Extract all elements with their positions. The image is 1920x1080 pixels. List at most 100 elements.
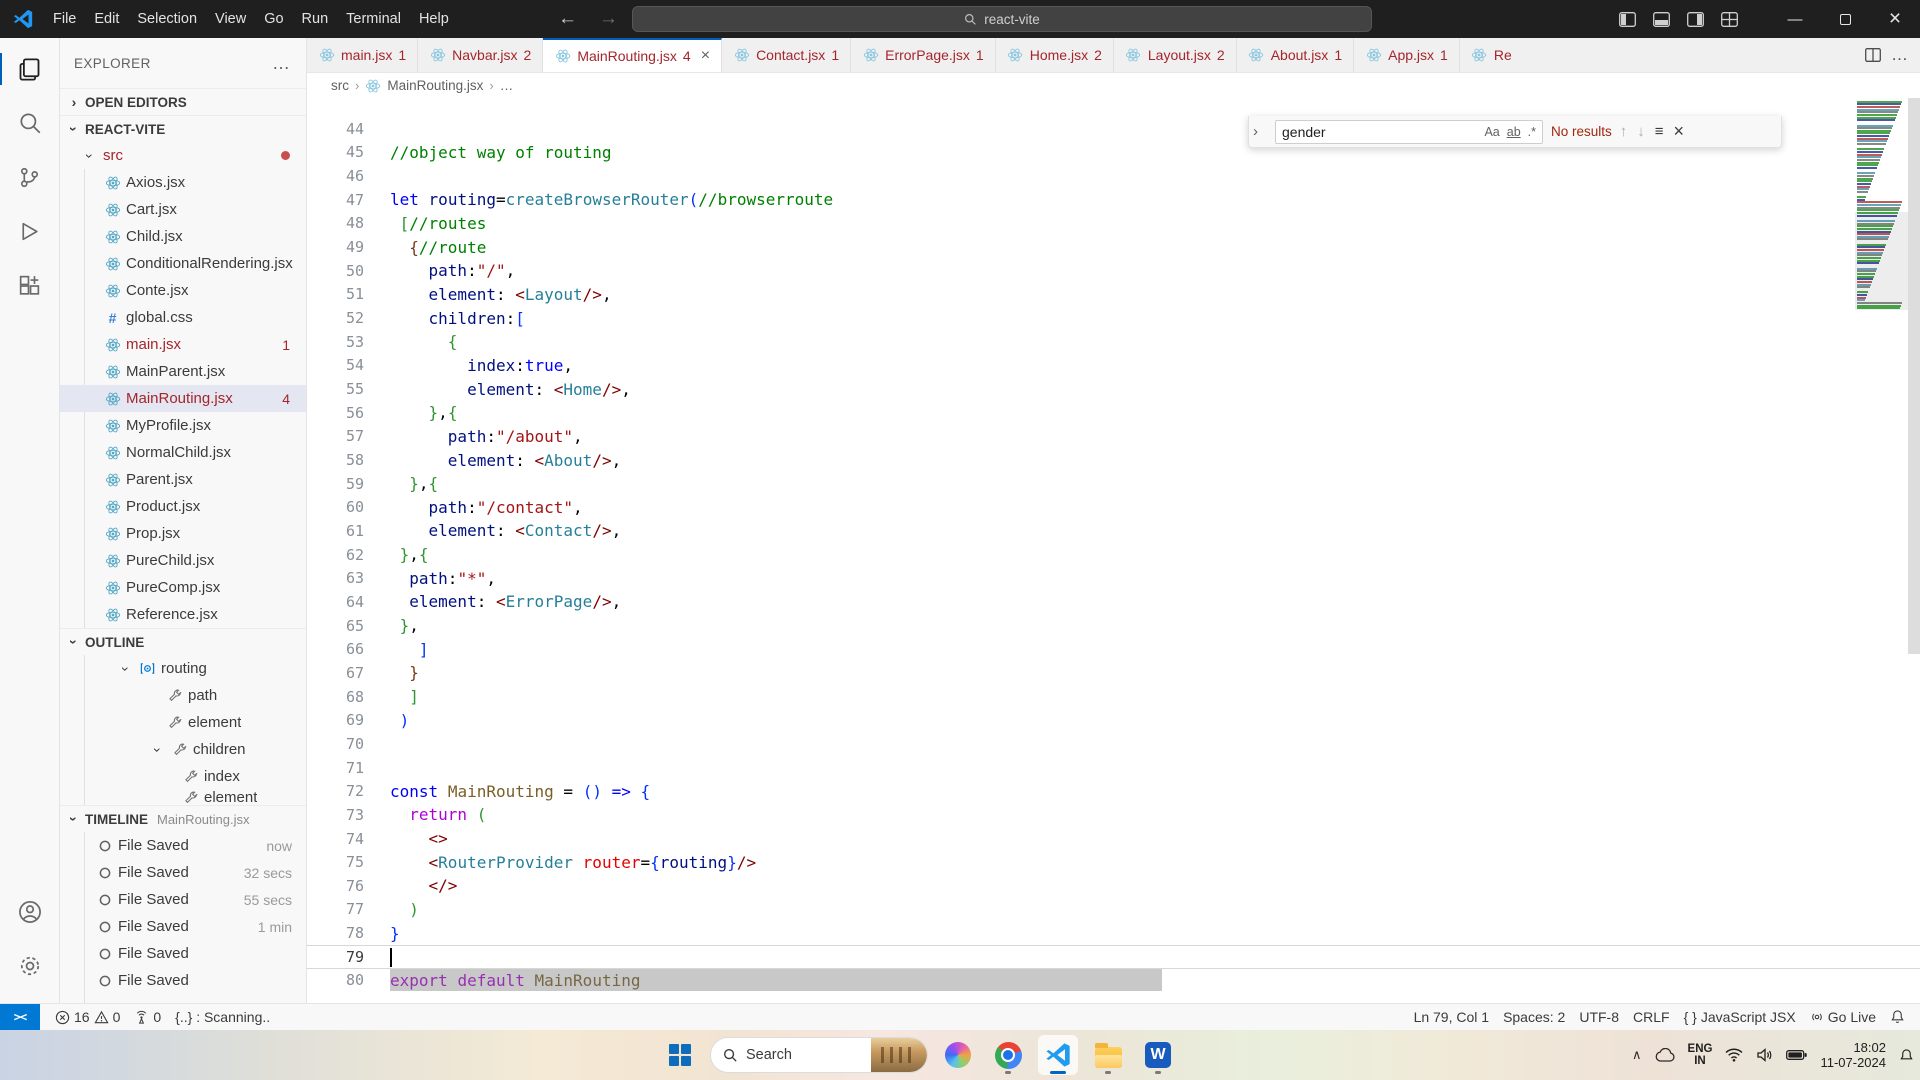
toggle-replace-icon[interactable]: › bbox=[1253, 123, 1267, 140]
breadcrumb-file[interactable]: MainRouting.jsx bbox=[387, 78, 483, 93]
taskbar-clock[interactable]: 18:0211-07-2024 bbox=[1820, 1040, 1886, 1070]
file-item-PureChild.jsx[interactable]: PureChild.jsx bbox=[60, 547, 306, 574]
file-item-ConditionalRendering.jsx[interactable]: ConditionalRendering.jsx bbox=[60, 250, 306, 277]
code-line-61[interactable]: 61 element: <Contact/>, bbox=[307, 519, 1920, 543]
word-app-icon[interactable]: W bbox=[1138, 1035, 1178, 1075]
menu-item-selection[interactable]: Selection bbox=[128, 6, 206, 32]
remote-indicator[interactable]: >< bbox=[0, 1004, 40, 1030]
code-line-48[interactable]: 48 [//routes bbox=[307, 212, 1920, 236]
maximize-button[interactable] bbox=[1820, 0, 1870, 38]
timeline-entry[interactable]: File Saved bbox=[60, 940, 306, 967]
code-line-50[interactable]: 50 path:"/", bbox=[307, 259, 1920, 283]
minimap[interactable] bbox=[1855, 98, 1908, 1003]
toggle-primary-sidebar-icon[interactable] bbox=[1614, 6, 1640, 32]
code-line-52[interactable]: 52 children:[ bbox=[307, 306, 1920, 330]
file-item-NormalChild.jsx[interactable]: NormalChild.jsx bbox=[60, 439, 306, 466]
project-section[interactable]: › REACT-VITE bbox=[60, 115, 306, 142]
split-editor-icon[interactable] bbox=[1865, 48, 1881, 62]
breadcrumb-src[interactable]: src bbox=[331, 78, 349, 93]
timeline-entry[interactable]: File Saved bbox=[60, 967, 306, 994]
search-highlight-image[interactable] bbox=[871, 1038, 927, 1072]
ports-status[interactable]: 0 bbox=[127, 1009, 168, 1025]
source-control-icon[interactable] bbox=[6, 154, 54, 200]
file-item-MainParent.jsx[interactable]: MainParent.jsx bbox=[60, 358, 306, 385]
code-line-57[interactable]: 57 path:"/about", bbox=[307, 425, 1920, 449]
horizontal-scrollbar[interactable] bbox=[390, 969, 1162, 991]
onedrive-cloud-icon[interactable] bbox=[1655, 1048, 1675, 1062]
code-line-77[interactable]: 77 ) bbox=[307, 898, 1920, 922]
eol-sequence[interactable]: CRLF bbox=[1626, 1009, 1677, 1025]
code-line-71[interactable]: 71 bbox=[307, 756, 1920, 780]
regex-icon[interactable]: .* bbox=[1528, 125, 1536, 139]
nav-forward-icon[interactable]: → bbox=[599, 8, 618, 30]
tab-About.jsx[interactable]: About.jsx1 bbox=[1237, 38, 1354, 72]
file-item-Product.jsx[interactable]: Product.jsx bbox=[60, 493, 306, 520]
match-case-icon[interactable]: Aa bbox=[1484, 125, 1499, 139]
toggle-secondary-sidebar-icon[interactable] bbox=[1682, 6, 1708, 32]
vertical-scrollbar[interactable] bbox=[1908, 98, 1920, 654]
tray-expand-chevron[interactable]: ∧ bbox=[1632, 1047, 1642, 1063]
code-line-64[interactable]: 64 element: <ErrorPage/>, bbox=[307, 590, 1920, 614]
outline-section[interactable]: › OUTLINE bbox=[60, 628, 306, 655]
code-line-49[interactable]: 49 {//route bbox=[307, 235, 1920, 259]
file-item-Parent.jsx[interactable]: Parent.jsx bbox=[60, 466, 306, 493]
tab-Re[interactable]: Re bbox=[1460, 38, 1518, 72]
code-line-55[interactable]: 55 element: <Home/>, bbox=[307, 377, 1920, 401]
menu-item-file[interactable]: File bbox=[44, 6, 85, 32]
wifi-icon[interactable] bbox=[1725, 1048, 1743, 1062]
code-line-67[interactable]: 67 } bbox=[307, 661, 1920, 685]
breadcrumb-symbol[interactable]: … bbox=[500, 78, 514, 93]
tab-App.jsx[interactable]: App.jsx1 bbox=[1354, 38, 1460, 72]
menu-item-terminal[interactable]: Terminal bbox=[337, 6, 410, 32]
outline-item-element[interactable]: element bbox=[60, 790, 306, 805]
start-button[interactable] bbox=[660, 1035, 700, 1075]
open-editors-section[interactable]: › OPEN EDITORS bbox=[60, 88, 306, 115]
menu-item-run[interactable]: Run bbox=[293, 6, 338, 32]
code-line-66[interactable]: 66 ] bbox=[307, 637, 1920, 661]
breadcrumb[interactable]: src › MainRouting.jsx › … bbox=[307, 73, 1920, 98]
vscode-app-icon[interactable] bbox=[1038, 1035, 1078, 1075]
tab-MainRouting.jsx[interactable]: MainRouting.jsx4× bbox=[543, 38, 722, 72]
code-line-75[interactable]: 75 <RouterProvider router={routing}/> bbox=[307, 850, 1920, 874]
find-next-icon[interactable]: ↓ bbox=[1637, 123, 1645, 140]
run-debug-icon[interactable] bbox=[6, 208, 54, 254]
file-item-Cart.jsx[interactable]: Cart.jsx bbox=[60, 196, 306, 223]
find-in-selection-icon[interactable]: ≡ bbox=[1655, 123, 1664, 140]
file-item-Prop.jsx[interactable]: Prop.jsx bbox=[60, 520, 306, 547]
menu-item-edit[interactable]: Edit bbox=[85, 6, 128, 32]
explorer-icon[interactable] bbox=[6, 46, 54, 92]
battery-icon[interactable] bbox=[1786, 1049, 1807, 1061]
file-item-Child.jsx[interactable]: Child.jsx bbox=[60, 223, 306, 250]
encoding[interactable]: UTF-8 bbox=[1572, 1009, 1626, 1025]
problems-status[interactable]: 16 0 bbox=[48, 1009, 127, 1025]
code-line-54[interactable]: 54 index:true, bbox=[307, 354, 1920, 378]
outline-item-path[interactable]: path bbox=[60, 682, 306, 709]
language-indicator[interactable]: ENGIN bbox=[1688, 1043, 1713, 1067]
cursor-position[interactable]: Ln 79, Col 1 bbox=[1407, 1009, 1497, 1025]
code-editor[interactable]: 4445//object way of routing4647let routi… bbox=[307, 98, 1920, 1003]
whole-word-icon[interactable]: ab bbox=[1507, 125, 1521, 139]
code-line-68[interactable]: 68 ] bbox=[307, 685, 1920, 709]
notification-center-icon[interactable] bbox=[1899, 1048, 1914, 1063]
search-icon[interactable] bbox=[6, 100, 54, 146]
code-line-74[interactable]: 74 <> bbox=[307, 827, 1920, 851]
find-previous-icon[interactable]: ↑ bbox=[1620, 123, 1628, 140]
tab-Layout.jsx[interactable]: Layout.jsx2 bbox=[1114, 38, 1237, 72]
tab-main.jsx[interactable]: main.jsx1 bbox=[307, 38, 418, 72]
code-line-65[interactable]: 65 }, bbox=[307, 614, 1920, 638]
copilot-app-icon[interactable] bbox=[938, 1035, 978, 1075]
file-item-main.jsx[interactable]: main.jsx1 bbox=[60, 331, 306, 358]
customize-layout-icon[interactable] bbox=[1716, 6, 1742, 32]
toggle-panel-icon[interactable] bbox=[1648, 6, 1674, 32]
menu-item-view[interactable]: View bbox=[206, 6, 255, 32]
outline-item-children[interactable]: ›children bbox=[60, 736, 306, 763]
menu-item-go[interactable]: Go bbox=[255, 6, 292, 32]
code-line-76[interactable]: 76 </> bbox=[307, 874, 1920, 898]
close-find-icon[interactable]: × bbox=[1674, 121, 1685, 142]
extensions-icon[interactable] bbox=[6, 262, 54, 308]
code-line-58[interactable]: 58 element: <About/>, bbox=[307, 448, 1920, 472]
code-line-53[interactable]: 53 { bbox=[307, 330, 1920, 354]
code-line-69[interactable]: 69 ) bbox=[307, 708, 1920, 732]
outline-item-routing[interactable]: ›routing bbox=[60, 655, 306, 682]
menu-item-help[interactable]: Help bbox=[410, 6, 458, 32]
